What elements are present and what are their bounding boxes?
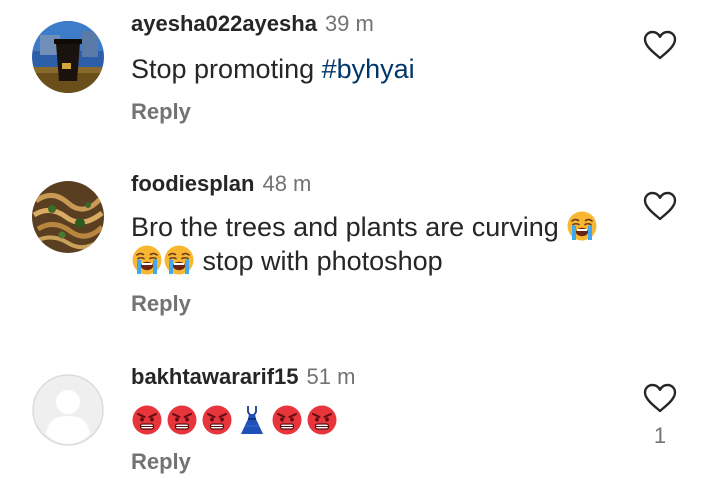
comment-body: ayesha022ayesha 39 m Stop promoting #byhy… <box>131 11 620 125</box>
like-count: 1 <box>653 423 667 448</box>
comment-text-content: stop with photoshop <box>202 246 443 276</box>
loudly-crying-face-icon <box>566 210 598 242</box>
comment-text-content: Stop promoting <box>131 54 322 84</box>
comments-list: ayesha022ayesha 39 m Stop promoting #byhy… <box>0 0 720 500</box>
timestamp: 39 m <box>324 11 374 36</box>
heart-icon <box>643 383 677 413</box>
username[interactable]: ayesha022ayesha <box>131 11 317 36</box>
like-button[interactable] <box>643 383 677 413</box>
reply-button[interactable]: Reply <box>131 99 620 125</box>
timestamp: 51 m <box>306 364 356 389</box>
pouting-face-icon <box>271 404 303 436</box>
pouting-face-icon <box>131 404 163 436</box>
comment-meta: foodiesplan 48 m <box>131 171 620 197</box>
timestamp: 48 m <box>262 171 312 196</box>
pouting-face-icon <box>306 404 338 436</box>
noodles-photo-avatar <box>32 181 104 253</box>
comment-meta: ayesha022ayesha 39 m <box>131 11 620 37</box>
comment-text: Bro the trees and plants are curving sto… <box>131 210 620 278</box>
reply-button[interactable]: Reply <box>131 291 620 317</box>
pouting-face-icon <box>166 404 198 436</box>
comment-meta: bakhtawararif15 51 m <box>131 364 620 390</box>
heart-icon <box>643 191 677 221</box>
hashtag-link[interactable]: #byhyai <box>322 54 415 84</box>
like-button[interactable] <box>643 191 677 221</box>
username[interactable]: foodiesplan <box>131 171 254 196</box>
default-user-avatar <box>32 374 104 446</box>
avatar[interactable] <box>32 374 104 446</box>
loudly-crying-face-icon <box>163 244 195 276</box>
comment-body: bakhtawararif15 51 m Reply <box>131 364 620 475</box>
comment-text <box>131 404 620 438</box>
comment-text-content: Bro the trees and plants are curving <box>131 212 559 242</box>
avatar[interactable] <box>32 181 104 253</box>
reply-button[interactable]: Reply <box>131 449 620 475</box>
dress-icon <box>236 404 268 436</box>
username[interactable]: bakhtawararif15 <box>131 364 299 389</box>
comment-body: foodiesplan 48 m Bro the trees and plants… <box>131 171 620 317</box>
pouting-face-icon <box>201 404 233 436</box>
like-button[interactable] <box>643 30 677 60</box>
comment-text: Stop promoting #byhyai <box>131 52 620 86</box>
heart-icon <box>643 30 677 60</box>
loudly-crying-face-icon <box>131 244 163 276</box>
avatar[interactable] <box>32 21 104 93</box>
coffee-cup-photo-avatar <box>32 21 104 93</box>
